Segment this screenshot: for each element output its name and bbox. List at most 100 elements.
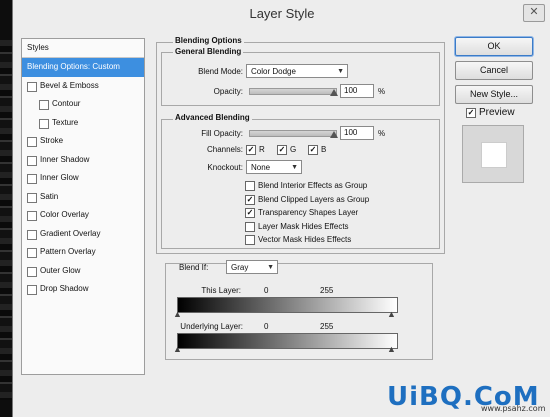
style-item-drop-shadow[interactable]: Drop Shadow: [22, 280, 144, 299]
fill-opacity-slider[interactable]: [249, 130, 337, 137]
this-layer-label: This Layer:: [201, 286, 241, 295]
style-item-inner-shadow[interactable]: Inner Shadow: [22, 151, 144, 170]
chevron-down-icon: ▼: [267, 264, 274, 271]
opacity-unit: %: [378, 87, 386, 96]
style-item-label: Color Overlay: [40, 210, 89, 219]
styles-list: Styles Blending Options: Custom Bevel & …: [21, 38, 145, 375]
checkbox[interactable]: [27, 248, 37, 258]
style-item-blending-options[interactable]: Blending Options: Custom: [22, 58, 144, 77]
checkbox[interactable]: [27, 211, 37, 221]
knockout-label: Knockout:: [207, 163, 243, 172]
underlying-layer-gradient[interactable]: [177, 333, 398, 349]
opacity-slider[interactable]: [249, 88, 337, 95]
checkbox[interactable]: [27, 155, 37, 166]
channel-r-checkbox[interactable]: ✓: [246, 145, 256, 155]
dialog-title: Layer Style: [249, 6, 315, 21]
style-item-label: Stroke: [40, 136, 64, 145]
blend-mode-label: Blend Mode:: [198, 67, 243, 76]
underlying-white-slider[interactable]: ▲: [387, 344, 396, 354]
ok-button[interactable]: OK: [455, 37, 533, 56]
style-item-contour[interactable]: Contour: [22, 95, 144, 114]
general-blending-group: [161, 52, 440, 106]
blend-if-label: Blend If:: [179, 263, 209, 272]
this-layer-gradient[interactable]: [177, 297, 398, 313]
style-item-bevel-emboss[interactable]: Bevel & Emboss: [22, 77, 144, 96]
opacity-slider-thumb[interactable]: [330, 89, 338, 96]
style-item-texture[interactable]: Texture: [22, 114, 144, 133]
underlying-min: 0: [264, 322, 269, 331]
blend-clipped-checkbox[interactable]: ✓: [245, 195, 255, 205]
opacity-input[interactable]: 100: [340, 84, 374, 98]
style-item-satin[interactable]: Satin: [22, 188, 144, 207]
general-blending-title: General Blending: [173, 47, 244, 56]
close-icon[interactable]: ✕: [523, 4, 545, 22]
chevron-down-icon: ▼: [291, 164, 298, 171]
checkbox[interactable]: [27, 81, 37, 92]
style-item-label: Texture: [52, 117, 79, 127]
blend-interior-checkbox[interactable]: [245, 181, 255, 191]
style-item-gradient-overlay[interactable]: Gradient Overlay: [22, 225, 144, 244]
channel-g-checkbox[interactable]: ✓: [277, 145, 287, 155]
transparency-shapes-label: Transparency Shapes Layer: [258, 208, 359, 217]
channel-b-label: B: [321, 145, 327, 154]
checkbox[interactable]: [27, 266, 37, 277]
checkbox[interactable]: [27, 137, 37, 147]
blending-options-title: Blending Options: [173, 36, 244, 45]
style-item-pattern-overlay[interactable]: Pattern Overlay: [22, 243, 144, 262]
blend-mode-select[interactable]: Color Dodge ▼: [246, 64, 348, 78]
styles-header: Styles: [22, 39, 144, 58]
layer-mask-hides-checkbox[interactable]: [245, 222, 255, 232]
blend-if-select[interactable]: Gray ▼: [226, 260, 278, 274]
style-item-label: Contour: [52, 99, 81, 108]
knockout-value: None: [251, 163, 271, 172]
style-item-outer-glow[interactable]: Outer Glow: [22, 262, 144, 281]
blend-clipped-label: Blend Clipped Layers as Group: [258, 195, 370, 204]
fill-opacity-input[interactable]: 100: [340, 126, 374, 140]
style-item-label: Inner Glow: [40, 173, 79, 182]
new-style-button[interactable]: New Style...: [455, 85, 533, 104]
vector-mask-hides-label: Vector Mask Hides Effects: [258, 235, 352, 244]
vector-mask-hides-checkbox[interactable]: [245, 235, 255, 245]
this-layer-min: 0: [264, 286, 269, 295]
channel-b-checkbox[interactable]: ✓: [308, 145, 318, 155]
fill-opacity-label: Fill Opacity:: [201, 129, 243, 138]
blend-mode-value: Color Dodge: [251, 67, 296, 76]
cancel-button[interactable]: Cancel: [455, 61, 533, 80]
preview-swatch-inner: [481, 142, 507, 168]
opacity-label: Opacity:: [213, 87, 243, 96]
blend-if-value: Gray: [231, 263, 249, 272]
style-item-label: Drop Shadow: [40, 284, 89, 293]
blend-interior-label: Blend Interior Effects as Group: [258, 181, 368, 190]
channels-label: Channels:: [206, 145, 243, 154]
preview-swatch: [462, 125, 524, 183]
this-layer-max: 255: [320, 286, 334, 295]
this-layer-white-slider[interactable]: ▲: [387, 309, 396, 319]
fill-opacity-slider-thumb[interactable]: [330, 131, 338, 138]
underlying-max: 255: [320, 322, 334, 331]
preview-label: Preview: [479, 107, 515, 118]
watermark: UiBQ.CoM www.psahz.com: [385, 378, 550, 416]
checkbox[interactable]: [27, 192, 37, 203]
style-item-color-overlay[interactable]: Color Overlay: [22, 206, 144, 225]
advanced-blending-title: Advanced Blending: [173, 113, 252, 122]
preview-checkbox[interactable]: ✓: [466, 108, 476, 118]
checkbox[interactable]: [39, 118, 49, 129]
checkbox[interactable]: [27, 229, 37, 240]
channel-r-label: R: [259, 145, 265, 154]
style-item-inner-glow[interactable]: Inner Glow: [22, 169, 144, 188]
chevron-down-icon: ▼: [337, 68, 344, 75]
checkbox[interactable]: [27, 285, 37, 295]
this-layer-black-slider[interactable]: ▲: [173, 309, 182, 319]
checkbox[interactable]: [39, 100, 49, 110]
style-item-label: Inner Shadow: [40, 154, 90, 164]
transparency-shapes-checkbox[interactable]: ✓: [245, 208, 255, 218]
style-item-label: Gradient Overlay: [40, 228, 101, 238]
style-item-label: Satin: [40, 191, 59, 201]
watermark-url: www.psahz.com: [481, 404, 546, 413]
style-item-stroke[interactable]: Stroke: [22, 132, 144, 151]
fill-opacity-unit: %: [378, 129, 386, 138]
channel-g-label: G: [290, 145, 297, 154]
checkbox[interactable]: [27, 174, 37, 184]
knockout-select[interactable]: None ▼: [246, 160, 302, 174]
underlying-black-slider[interactable]: ▲: [173, 344, 182, 354]
